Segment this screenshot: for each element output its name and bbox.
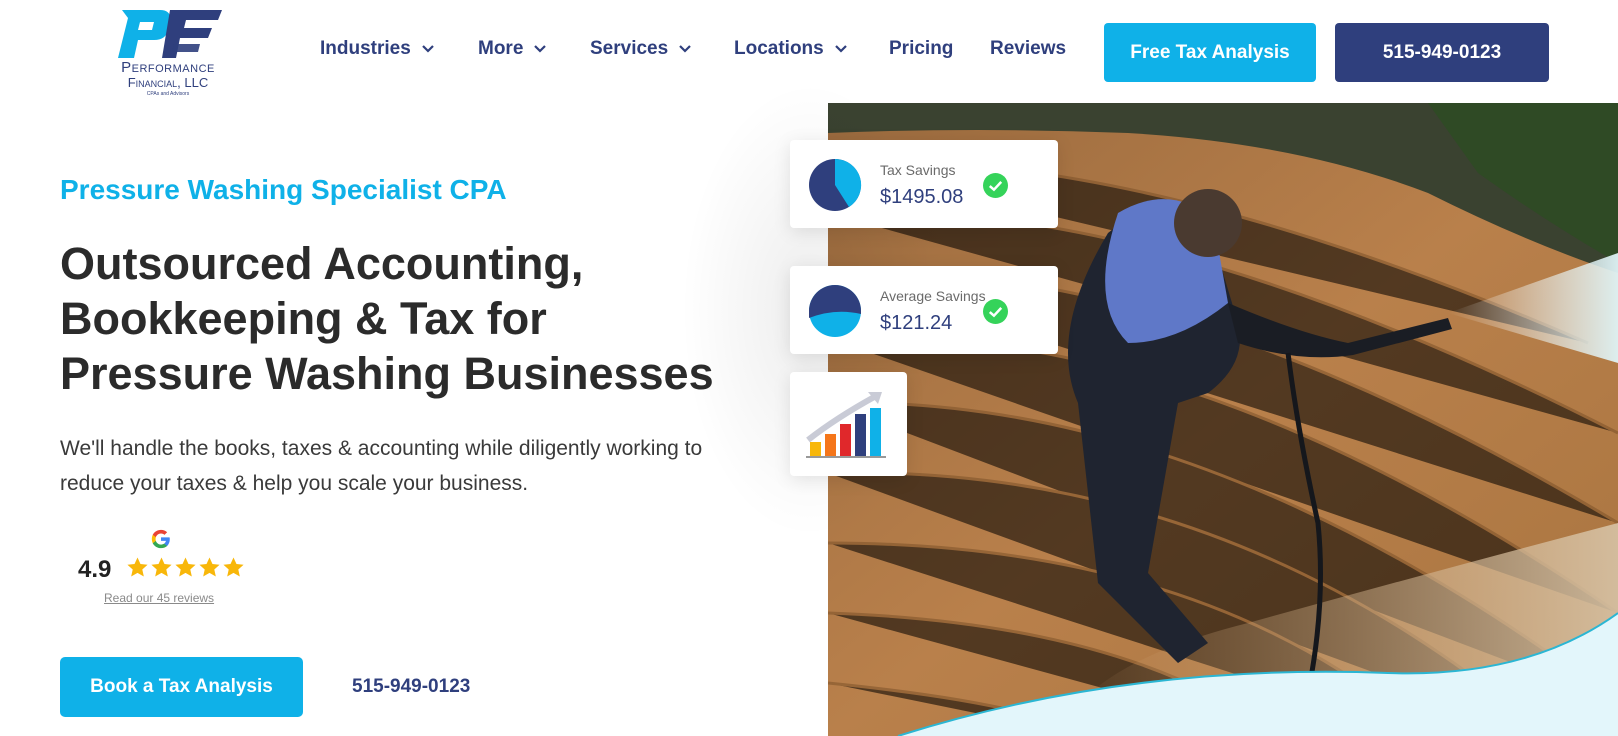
chevron-down-icon <box>534 45 547 53</box>
nav-services[interactable]: Services <box>590 38 692 60</box>
hero-eyebrow: Pressure Washing Specialist CPA <box>60 174 507 205</box>
nav-label: Reviews <box>990 38 1067 59</box>
logo[interactable]: Performance Financial, LLC CPAs and Advi… <box>104 8 232 100</box>
nav-industries[interactable]: Industries <box>320 38 435 60</box>
card-value: $1495.08 <box>880 186 964 208</box>
nav-label: Locations <box>734 38 824 59</box>
star-icon <box>175 557 196 577</box>
nav-pricing[interactable]: Pricing <box>889 38 953 60</box>
star-icon <box>223 557 244 577</box>
book-tax-analysis-button[interactable]: Book a Tax Analysis <box>60 657 303 717</box>
card-label: Average Savings <box>880 288 986 304</box>
card-value: $121.24 <box>880 312 953 334</box>
check-circle-icon <box>983 299 1008 324</box>
tax-savings-card: Tax Savings $1495.08 <box>790 140 1058 228</box>
pie-chart-icon <box>809 285 861 337</box>
chevron-down-icon <box>834 45 847 53</box>
nav-label: Industries <box>320 38 411 59</box>
hero-phone-link[interactable]: 515-949-0123 <box>352 676 470 698</box>
read-reviews-link[interactable]: Read our 45 reviews <box>104 591 214 605</box>
bar-chart-growth-icon <box>806 392 886 458</box>
card-label: Tax Savings <box>880 162 956 178</box>
hero-headline: Outsourced Accounting, Bookkeeping & Tax… <box>60 236 760 401</box>
check-circle-icon <box>983 173 1008 198</box>
average-savings-card: Average Savings $121.24 <box>790 266 1058 354</box>
header-phone-button[interactable]: 515-949-0123 <box>1335 23 1549 82</box>
brand-subname: Financial, LLC <box>127 75 209 90</box>
google-rating: 4.9 Read our 45 reviews <box>78 528 248 608</box>
free-tax-analysis-button[interactable]: Free Tax Analysis <box>1104 23 1316 82</box>
nav-locations[interactable]: Locations <box>734 38 848 60</box>
chevron-down-icon <box>422 45 434 53</box>
pf-logo-icon <box>118 10 222 58</box>
headline-line: Bookkeeping & Tax for <box>60 293 547 344</box>
rating-stars <box>126 556 245 579</box>
hero-intro: We'll handle the books, taxes & accounti… <box>60 437 703 495</box>
chevron-down-icon <box>679 45 691 53</box>
headline-line: Pressure Washing Businesses <box>60 348 714 399</box>
growth-chart-card <box>790 372 907 476</box>
rating-score: 4.9 <box>78 556 112 583</box>
brand-name: Performance <box>121 59 215 76</box>
google-icon <box>151 529 170 549</box>
star-icon <box>199 557 220 577</box>
nav-label: Pricing <box>889 38 954 59</box>
brand-tagline: CPAs and Advisors <box>146 91 190 97</box>
nav-reviews[interactable]: Reviews <box>990 38 1066 60</box>
nav-more[interactable]: More <box>478 38 547 60</box>
pie-chart-icon <box>809 158 862 211</box>
nav-label: More <box>478 38 524 59</box>
star-icon <box>127 557 148 577</box>
star-icon <box>151 557 172 577</box>
headline-line: Outsourced Accounting, <box>60 238 584 289</box>
nav-label: Services <box>590 38 669 59</box>
